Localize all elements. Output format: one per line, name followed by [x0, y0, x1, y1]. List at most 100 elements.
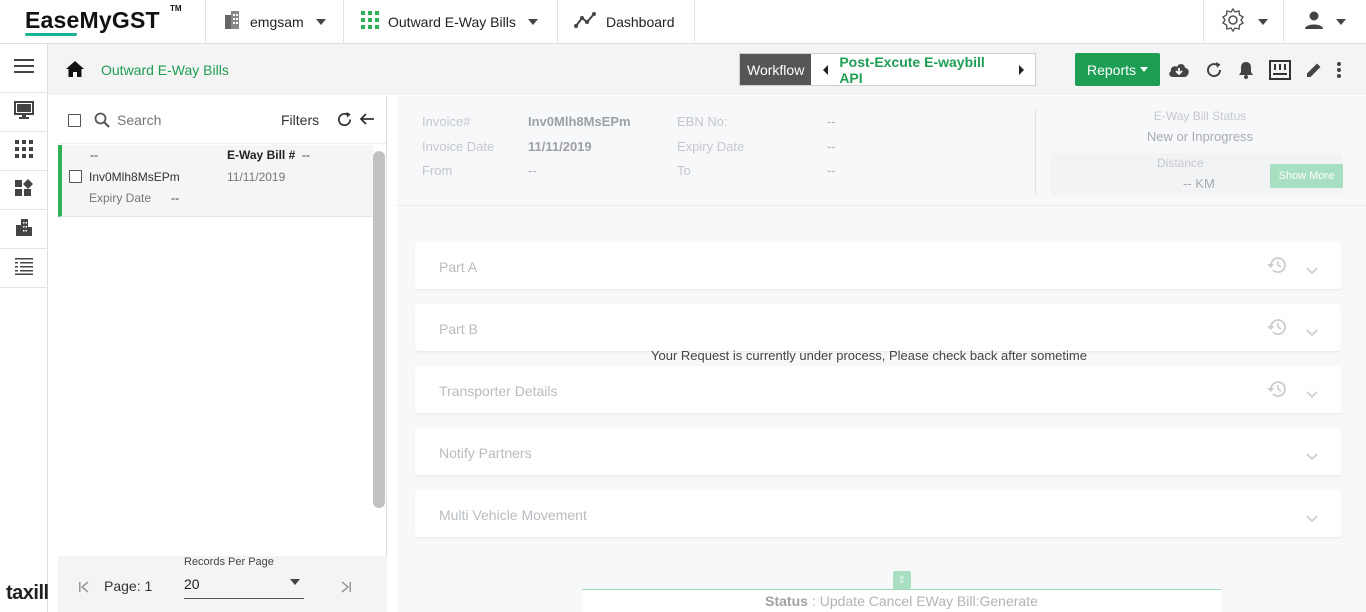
list-item[interactable]: -- E-Way Bill # -- Inv0Mlh8MsEPm 11/11/2…	[58, 145, 373, 217]
refresh-icon[interactable]	[1203, 59, 1225, 81]
chevron-down-icon	[315, 18, 326, 25]
section-notify-partners[interactable]: Notify Partners	[415, 428, 1341, 476]
rail-item-reports[interactable]	[0, 249, 48, 288]
invoice-value: Inv0Mlh8MsEPm	[528, 114, 631, 129]
distance-value: -- KM	[1183, 176, 1215, 191]
hamburger-menu-button[interactable]	[0, 44, 48, 93]
workflow-next-button[interactable]	[1007, 54, 1035, 85]
search-icon	[94, 112, 110, 133]
arrow-left-icon[interactable]	[359, 111, 375, 132]
org-name: emgsam	[250, 13, 304, 30]
chevron-down-icon[interactable]	[1306, 262, 1318, 280]
section-part-a[interactable]: Part A	[415, 242, 1341, 290]
rail-item-widgets[interactable]	[0, 171, 48, 210]
trend-chart-icon	[574, 11, 598, 32]
rail-item-organization[interactable]	[0, 210, 48, 249]
chevron-down-icon	[1140, 67, 1149, 72]
bill-summary: Invoice# Inv0Mlh8MsEPm Invoice Date 11/1…	[397, 96, 1366, 206]
history-icon[interactable]	[1266, 318, 1286, 341]
workflow-prev-button[interactable]	[811, 54, 839, 85]
distance-label: Distance	[1157, 156, 1204, 170]
chevron-right-icon	[1018, 64, 1024, 75]
page-indicator: Page: 1	[104, 578, 153, 594]
chevron-down-icon	[1257, 18, 1268, 25]
status-label: Status	[765, 593, 808, 609]
from-label: From	[422, 163, 453, 178]
refresh-icon[interactable]	[336, 111, 353, 133]
dashboard-link[interactable]: Dashboard	[558, 0, 695, 44]
invoice-date: 11/11/2019	[227, 170, 286, 184]
logo-underline	[25, 32, 77, 36]
scroll-to-top-button[interactable]: ⇧	[893, 571, 911, 589]
workflow-current-step[interactable]: Post-Excute E-waybill API	[839, 54, 1007, 86]
filters-button[interactable]: Filters	[281, 112, 319, 128]
list-header: Filters	[58, 96, 386, 144]
section-title: Transporter Details	[439, 383, 558, 399]
select-all-checkbox[interactable]	[68, 114, 81, 127]
last-page-icon[interactable]	[340, 580, 352, 598]
bill-detail-panel: Invoice# Inv0Mlh8MsEPm Invoice Date 11/1…	[397, 96, 1366, 612]
section-title: Multi Vehicle Movement	[439, 507, 587, 523]
chevron-down-icon[interactable]	[1306, 386, 1318, 404]
status-bar: Status : Update Cancel EWay Bill:Generat…	[582, 589, 1221, 612]
breadcrumb[interactable]: Outward E-Way Bills	[101, 62, 229, 78]
history-icon[interactable]	[1266, 380, 1286, 403]
chevron-left-icon	[822, 64, 828, 75]
row-checkbox[interactable]	[69, 170, 82, 183]
list-scrollbar[interactable]	[373, 151, 385, 508]
invoice-date-label: Invoice Date	[422, 139, 495, 154]
hamburger-icon	[14, 58, 34, 78]
arrow-up-icon: ⇧	[897, 574, 907, 586]
apps-grid-icon	[360, 10, 380, 33]
ewb-number-value: --	[302, 148, 310, 162]
rail-item-monitor[interactable]	[0, 93, 48, 132]
edit-pencil-icon[interactable]	[1303, 59, 1325, 81]
chevron-down-icon[interactable]	[1306, 324, 1318, 342]
records-per-page-select[interactable]: 20	[184, 574, 304, 599]
status-value: : Update Cancel EWay Bill:Generate	[811, 593, 1038, 609]
chevron-down-icon[interactable]	[1306, 448, 1318, 466]
expiry-date-label: Expiry Date	[89, 191, 152, 205]
chevron-down-icon[interactable]	[1306, 510, 1318, 528]
settings-menu[interactable]	[1204, 0, 1284, 44]
reports-button[interactable]: Reports	[1075, 53, 1160, 86]
records-per-page-value: 20	[184, 576, 200, 592]
user-menu[interactable]	[1284, 0, 1366, 44]
pagination-bar: Page: 1 Records Per Page 20	[58, 556, 387, 612]
scrollbar-thumb[interactable]	[373, 151, 385, 508]
reports-label: Reports	[1086, 61, 1137, 78]
sub-header: Outward E-Way Bills Workflow Post-Excute…	[48, 44, 1366, 95]
ebn-label: EBN No:	[677, 114, 728, 129]
search-input[interactable]	[117, 112, 227, 128]
section-part-b[interactable]: Part B	[415, 304, 1341, 352]
logo-text: EaseMyGST	[25, 6, 160, 33]
first-page-icon[interactable]	[78, 580, 90, 598]
keyboard-icon[interactable]	[1269, 59, 1291, 81]
history-icon[interactable]	[1266, 256, 1286, 279]
expiry-date-label: Expiry Date	[677, 139, 745, 154]
section-title: Part A	[439, 259, 478, 275]
more-vertical-icon[interactable]	[1328, 59, 1350, 81]
building-icon	[14, 217, 34, 242]
widgets-icon	[14, 178, 34, 203]
section-multi-vehicle-movement[interactable]: Multi Vehicle Movement	[415, 490, 1341, 538]
to-value: --	[827, 163, 836, 178]
rail-item-apps[interactable]	[0, 132, 48, 171]
module-name: Outward E-Way Bills	[388, 13, 516, 30]
expiry-date-value: --	[171, 191, 179, 205]
show-more-button[interactable]: Show More	[1270, 164, 1343, 188]
monitor-icon	[14, 100, 34, 124]
section-transporter-details[interactable]: Transporter Details	[415, 366, 1341, 414]
top-nav: EaseMyGST TM emgsam Outward E-Way Bills …	[0, 0, 1366, 44]
invoice-label: Invoice#	[422, 114, 471, 129]
bell-icon[interactable]	[1235, 59, 1257, 81]
org-switcher[interactable]: emgsam	[206, 0, 344, 44]
home-icon[interactable]	[65, 60, 85, 83]
app-logo[interactable]: EaseMyGST TM	[0, 0, 206, 44]
cloud-download-icon[interactable]	[1168, 59, 1190, 81]
module-switcher[interactable]: Outward E-Way Bills	[344, 0, 558, 44]
chevron-down-icon	[290, 579, 300, 585]
gear-icon	[1220, 7, 1246, 36]
nav-spacer	[695, 0, 1204, 44]
invoice-number: Inv0Mlh8MsEPm	[89, 170, 180, 184]
